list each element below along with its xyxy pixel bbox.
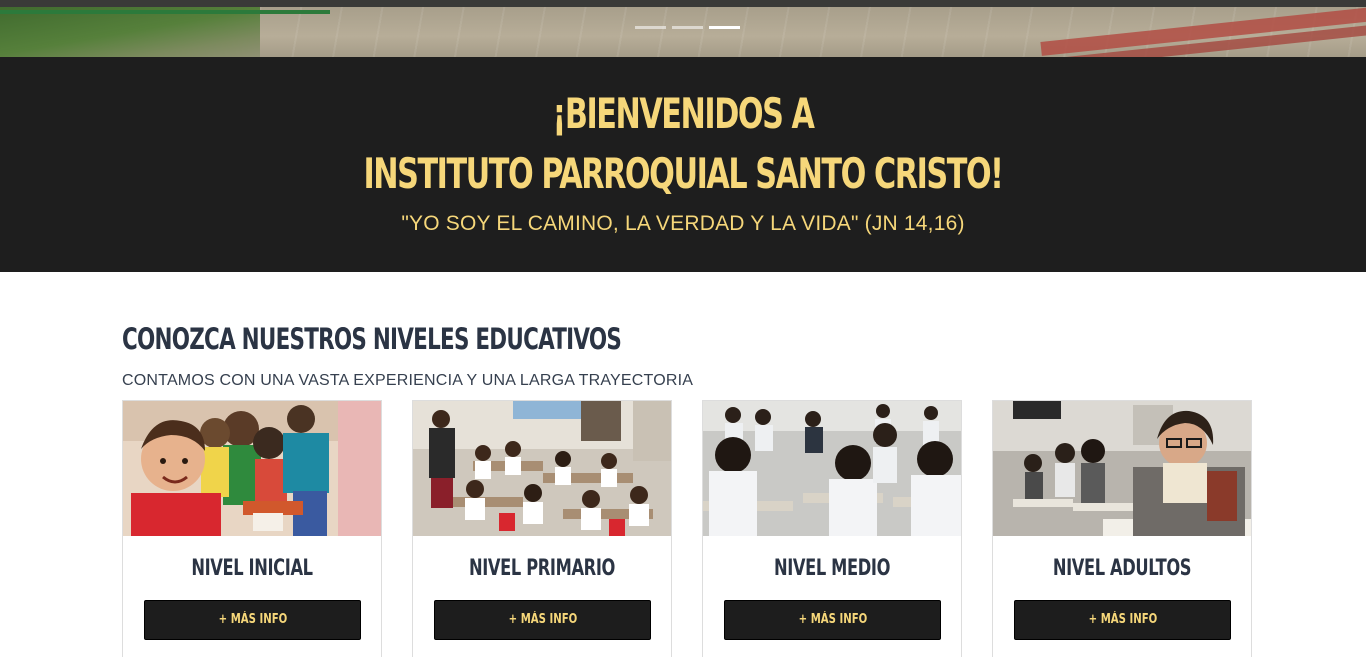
slider-indicator-2[interactable]: [672, 26, 703, 29]
slider-indicator-1[interactable]: [635, 26, 666, 29]
more-info-label: + MÁS INFO: [508, 612, 577, 627]
slider-indicators: [635, 26, 740, 29]
welcome-title-line1: ¡BIENVENIDOS A: [552, 89, 814, 138]
more-info-button-primario[interactable]: + MÁS INFO: [434, 600, 651, 640]
more-info-label: + MÁS INFO: [1088, 612, 1157, 627]
level-card-inicial: NIVEL INICIAL + MÁS INFO: [122, 400, 382, 657]
slider-indicator-3[interactable]: [709, 26, 740, 29]
section-subtitle: CONTAMOS CON UNA VASTA EXPERIENCIA Y UNA…: [122, 372, 694, 389]
more-info-button-inicial[interactable]: + MÁS INFO: [144, 600, 361, 640]
level-title-inicial: NIVEL INICIAL: [191, 556, 313, 581]
level-title-primario: NIVEL PRIMARIO: [468, 556, 616, 581]
levels-cards: NIVEL INICIAL + MÁS INFO NIVEL PRIMARIO …: [122, 400, 1253, 657]
more-info-label: + MÁS INFO: [218, 612, 287, 627]
hero-image-rail: [0, 10, 330, 14]
level-title-medio: NIVEL MEDIO: [773, 556, 891, 581]
welcome-title-line2: INSTITUTO PARROQUIAL SANTO CRISTO!: [363, 149, 1004, 198]
level-title-adultos: NIVEL ADULTOS: [1052, 556, 1192, 581]
welcome-banner: ¡BIENVENIDOS A INSTITUTO PARROQUIAL SANT…: [0, 57, 1366, 272]
more-info-button-medio[interactable]: + MÁS INFO: [724, 600, 941, 640]
hero-slider: [0, 0, 1366, 57]
more-info-label: + MÁS INFO: [798, 612, 867, 627]
section-title: CONOZCA NUESTROS NIVELES EDUCATIVOS: [122, 322, 622, 356]
hero-top-edge: [0, 0, 1366, 7]
level-card-adultos: NIVEL ADULTOS + MÁS INFO: [992, 400, 1252, 657]
level-photo-inicial: [123, 401, 381, 536]
level-photo-primario: [413, 401, 671, 536]
level-card-primario: NIVEL PRIMARIO + MÁS INFO: [412, 400, 672, 657]
level-photo-adultos: [993, 401, 1251, 536]
welcome-quote: "YO SOY EL CAMINO, LA VERDAD Y LA VIDA" …: [401, 212, 965, 235]
level-card-medio: NIVEL MEDIO + MÁS INFO: [702, 400, 962, 657]
more-info-button-adultos[interactable]: + MÁS INFO: [1014, 600, 1231, 640]
level-photo-medio: [703, 401, 961, 536]
